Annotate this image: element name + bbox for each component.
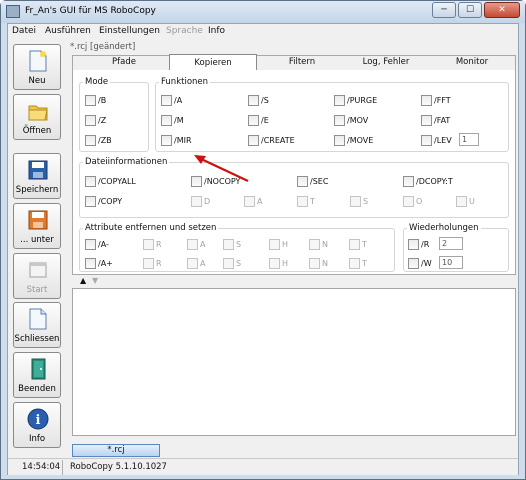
exit-door-icon (31, 358, 46, 380)
floppy-disk-orange-icon (28, 210, 48, 230)
dateiinfo-group-label: Dateiinformationen (83, 157, 170, 167)
tab-log-fehler[interactable]: Log, Fehler (343, 56, 429, 70)
save-button[interactable]: Speichern (13, 153, 61, 199)
status-divider (62, 460, 63, 475)
menu-ausfuehren[interactable]: Ausführen (45, 26, 91, 36)
app-window: Fr_An's GUI für MS RoboCopy ─ ☐ ✕ Datei … (0, 0, 526, 480)
tab-filtern[interactable]: Filtern (259, 56, 345, 70)
start-label: Start (26, 285, 48, 295)
minimize-button[interactable]: ─ (432, 2, 456, 18)
client-area: Datei Ausführen Einstellungen Sprache In… (7, 23, 519, 475)
exit-button[interactable]: Beenden (13, 352, 61, 398)
window-icon (29, 262, 47, 278)
new-button[interactable]: Neu (13, 44, 61, 90)
tab-pfade[interactable]: Pfade (81, 56, 167, 70)
lev-input[interactable]: 1 (459, 133, 479, 146)
file-title: *.rcj [geändert] (70, 42, 136, 52)
close-file-label: Schliessen (14, 334, 60, 344)
tab-monitor[interactable]: Monitor (429, 56, 515, 70)
attribute-group-label: Attribute entfernen und setzen (83, 223, 219, 233)
open-button[interactable]: Öffnen (13, 94, 61, 140)
mode-group-label: Mode (83, 77, 111, 87)
dateiinfo-group: Dateiinformationen (79, 157, 509, 218)
open-label: Öffnen (22, 126, 52, 136)
log-output-area[interactable] (72, 288, 516, 436)
tab-kopieren[interactable]: Kopieren (169, 54, 257, 71)
splitter-bar[interactable]: ▲ ▼ (72, 275, 516, 288)
new-label: Neu (28, 76, 46, 86)
close-file-button[interactable]: Schliessen (13, 302, 61, 348)
menu-info[interactable]: Info (208, 26, 225, 36)
funktionen-group-label: Funktionen (159, 77, 211, 87)
menu-sprache: Sprache (166, 26, 203, 36)
title-bar[interactable]: Fr_An's GUI für MS RoboCopy ─ ☐ ✕ (1, 1, 525, 23)
wait-time-input[interactable]: 10 (439, 256, 463, 269)
expand-down-icon: ▼ (92, 276, 99, 285)
side-toolbar: Neu Öffnen Speichern ... unter Start Sch… (8, 40, 66, 472)
folder-icon (28, 105, 48, 121)
save-as-button[interactable]: ... unter (13, 203, 61, 249)
status-bar: 14:54:04 RoboCopy 5.1.10.1027 (8, 458, 518, 475)
close-button[interactable]: ✕ (484, 2, 520, 18)
maximize-button[interactable]: ☐ (458, 2, 482, 18)
new-document-icon (29, 50, 47, 72)
retry-count-input[interactable]: 2 (439, 237, 463, 250)
svg-text:i: i (36, 413, 41, 428)
wiederholungen-group-label: Wiederholungen (407, 223, 481, 233)
info-label: Info (28, 434, 46, 444)
tab-bar: Pfade Kopieren Filtern Log, Fehler Monit… (72, 54, 516, 71)
annotation-arrow-icon (194, 155, 249, 182)
window-title: Fr_An's GUI für MS RoboCopy (25, 6, 156, 16)
floppy-disk-icon (28, 160, 48, 180)
info-button[interactable]: i Info (13, 402, 61, 448)
save-label: Speichern (15, 185, 59, 195)
menu-datei[interactable]: Datei (12, 26, 36, 36)
status-time: 14:54:04 (22, 462, 61, 472)
save-as-label: ... unter (20, 235, 54, 245)
info-icon: i (27, 408, 49, 430)
exit-label: Beenden (18, 384, 56, 394)
file-tab-rcj[interactable]: *.rcj (72, 444, 160, 457)
collapse-up-icon[interactable]: ▲ (80, 276, 86, 285)
funktionen-group: Funktionen (155, 77, 509, 152)
tab-content-kopieren: Mode /B /Z /ZB Funktionen /A /M /MIR /S … (72, 70, 516, 275)
start-button: Start (13, 253, 61, 299)
menu-bar: Datei Ausführen Einstellungen Sprache In… (8, 24, 518, 40)
status-version: RoboCopy 5.1.10.1027 (70, 462, 167, 472)
app-icon (6, 5, 20, 18)
menu-einstellungen[interactable]: Einstellungen (99, 26, 160, 36)
document-icon (29, 308, 47, 330)
